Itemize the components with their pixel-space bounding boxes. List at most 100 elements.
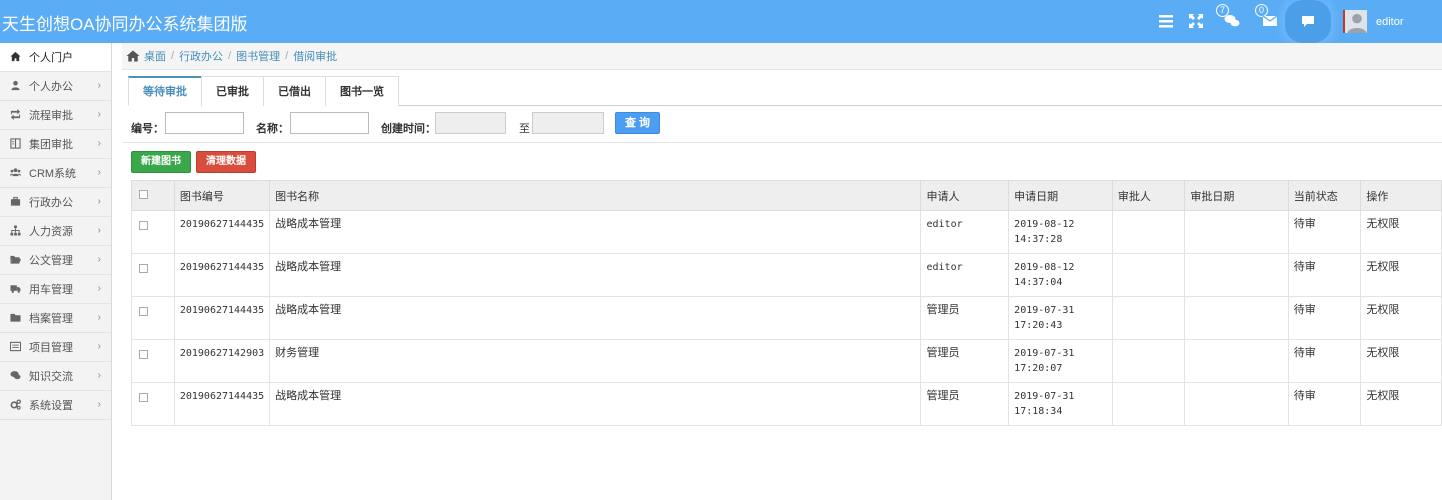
columns-icon bbox=[10, 138, 22, 150]
tab-book-list[interactable]: 图书一览 bbox=[325, 76, 399, 106]
status: 待审 bbox=[1287, 382, 1362, 426]
sidebar-item-projects[interactable]: 项目管理 › bbox=[0, 333, 111, 362]
apply-date: 2019-07-31 17:20:43 bbox=[1008, 296, 1113, 340]
book-name: 战略成本管理 bbox=[269, 253, 922, 297]
table-row[interactable]: 20190627144435 战略成本管理 editor 2019-08-12 1… bbox=[131, 210, 1442, 254]
row-select-cell bbox=[131, 382, 175, 426]
tab-bar: 等待审批 已审批 已借出 图书一览 bbox=[128, 76, 1442, 106]
top-bar: 天生创想OA协同办公系统集团版 7 0 editor bbox=[0, 0, 1442, 43]
book-name: 财务管理 bbox=[269, 339, 922, 383]
comment-button[interactable] bbox=[1285, 0, 1331, 43]
sidebar-item-label: 用车管理 bbox=[29, 284, 73, 296]
username[interactable]: editor bbox=[1376, 16, 1404, 28]
number-input[interactable] bbox=[165, 112, 244, 134]
chevron-right-icon: › bbox=[97, 341, 101, 352]
column-header: 申请日期 bbox=[1008, 180, 1113, 211]
sidebar-item-label: 项目管理 bbox=[29, 342, 73, 354]
row-select-cell bbox=[131, 296, 175, 340]
name-input[interactable] bbox=[290, 112, 369, 134]
apply-date-day: 2019-07-31 bbox=[1014, 391, 1075, 402]
row-checkbox[interactable] bbox=[139, 307, 148, 316]
breadcrumb-borrow-approval: 借阅审批 bbox=[293, 51, 338, 63]
chevron-right-icon: › bbox=[97, 225, 101, 236]
sidebar-item-group-approval[interactable]: 集团审批 › bbox=[0, 130, 111, 159]
breadcrumb-book-management[interactable]: 图书管理 bbox=[236, 48, 280, 64]
sidebar-item-knowledge[interactable]: 知识交流 › bbox=[0, 362, 111, 391]
row-checkbox[interactable] bbox=[139, 221, 148, 230]
sidebar-item-vehicles[interactable]: 用车管理 › bbox=[0, 275, 111, 304]
apply-date-day: 2019-08-12 bbox=[1014, 262, 1075, 273]
sidebar-item-label: 系统设置 bbox=[29, 400, 73, 412]
breadcrumb-separator: / bbox=[171, 50, 175, 62]
avatar[interactable] bbox=[1343, 10, 1367, 33]
apply-date-time: 17:20:43 bbox=[1014, 320, 1063, 331]
apply-date-day: 2019-07-31 bbox=[1014, 305, 1075, 316]
sidebar-item-archives[interactable]: 档案管理 › bbox=[0, 304, 111, 333]
query-button[interactable]: 查 询 bbox=[615, 112, 660, 134]
breadcrumb-admin-office[interactable]: 行政办公 bbox=[179, 48, 223, 64]
table-row[interactable]: 20190627142903 财务管理 管理员 2019-07-31 17:20:… bbox=[131, 339, 1442, 383]
menu-icon[interactable] bbox=[1158, 13, 1174, 29]
fullscreen-icon[interactable] bbox=[1188, 13, 1204, 29]
sidebar-item-label: 行政办公 bbox=[29, 197, 73, 209]
clear-data-button[interactable]: 清理数据 bbox=[196, 151, 256, 173]
table-header-row: 图书编号 图书名称 申请人 申请日期 审批人 审批日期 当前状态 操作 bbox=[131, 180, 1442, 211]
status: 待审 bbox=[1287, 253, 1362, 297]
row-checkbox[interactable] bbox=[139, 264, 148, 273]
chevron-right-icon: › bbox=[97, 370, 101, 381]
group-icon bbox=[10, 167, 22, 179]
select-all-checkbox[interactable] bbox=[139, 189, 148, 199]
row-select-cell bbox=[131, 339, 175, 383]
sidebar: 个人门户 个人办公 › 流程审批 › 集团审批 › CRM系统 › 行政办公 ›… bbox=[0, 43, 112, 500]
breadcrumb-desktop[interactable]: 桌面 bbox=[144, 48, 166, 64]
comments-icon bbox=[10, 370, 22, 382]
home-icon bbox=[10, 51, 22, 63]
sidebar-item-portal[interactable]: 个人门户 bbox=[0, 43, 111, 72]
operation: 无权限 bbox=[1360, 382, 1442, 426]
chat-bubbles-icon[interactable] bbox=[1224, 13, 1240, 29]
tab-pending-approval[interactable]: 等待审批 bbox=[128, 76, 202, 106]
home-icon[interactable] bbox=[126, 50, 140, 62]
sidebar-item-personal-office[interactable]: 个人办公 › bbox=[0, 72, 111, 101]
row-checkbox[interactable] bbox=[139, 350, 148, 359]
approver bbox=[1111, 296, 1186, 340]
date-to-input[interactable] bbox=[532, 112, 604, 134]
column-header: 审批人 bbox=[1111, 180, 1186, 211]
chevron-right-icon: › bbox=[97, 80, 101, 91]
tab-lent-out[interactable]: 已借出 bbox=[263, 76, 326, 106]
chevron-right-icon: › bbox=[97, 283, 101, 294]
name-label: 名称： bbox=[256, 123, 289, 135]
approve-date bbox=[1184, 253, 1289, 297]
new-book-button[interactable]: 新建图书 bbox=[131, 151, 191, 173]
book-code: 20190627144435 bbox=[173, 296, 271, 340]
breadcrumb-separator: / bbox=[285, 50, 289, 62]
table-row[interactable]: 20190627144435 战略成本管理 管理员 2019-07-31 17:2… bbox=[131, 296, 1442, 340]
table-row[interactable]: 20190627144435 战略成本管理 editor 2019-08-12 1… bbox=[131, 253, 1442, 297]
sitemap-icon bbox=[10, 225, 22, 237]
row-checkbox[interactable] bbox=[139, 393, 148, 402]
apply-date-time: 17:18:34 bbox=[1014, 406, 1063, 417]
operation: 无权限 bbox=[1360, 253, 1442, 297]
sidebar-item-admin-office[interactable]: 行政办公 › bbox=[0, 188, 111, 217]
main-content: 桌面 / 行政办公 / 图书管理 / 借阅审批 等待审批 已审批 已借出 图书一… bbox=[122, 43, 1442, 500]
list-alt-icon bbox=[10, 341, 22, 353]
date-from-input[interactable] bbox=[435, 112, 506, 134]
column-header: 审批日期 bbox=[1184, 180, 1289, 211]
chevron-right-icon: › bbox=[97, 196, 101, 207]
apply-date-day: 2019-08-12 bbox=[1014, 219, 1075, 230]
approver bbox=[1111, 339, 1186, 383]
table-row[interactable]: 20190627144435 战略成本管理 管理员 2019-07-31 17:1… bbox=[131, 382, 1442, 426]
sidebar-item-label: CRM系统 bbox=[29, 168, 77, 180]
applicant: editor bbox=[920, 210, 1010, 254]
sidebar-item-documents[interactable]: 公文管理 › bbox=[0, 246, 111, 275]
truck-icon bbox=[10, 283, 22, 295]
tab-approved[interactable]: 已审批 bbox=[201, 76, 264, 106]
mail-icon[interactable] bbox=[1262, 13, 1278, 29]
apply-date: 2019-07-31 17:20:07 bbox=[1008, 339, 1113, 383]
sidebar-item-workflow-approval[interactable]: 流程审批 › bbox=[0, 101, 111, 130]
sidebar-item-settings[interactable]: 系统设置 › bbox=[0, 391, 111, 420]
sidebar-item-crm[interactable]: CRM系统 › bbox=[0, 159, 111, 188]
approval-table: 图书编号 图书名称 申请人 申请日期 审批人 审批日期 当前状态 操作 2019… bbox=[131, 180, 1442, 426]
applicant: 管理员 bbox=[920, 296, 1010, 340]
sidebar-item-hr[interactable]: 人力资源 › bbox=[0, 217, 111, 246]
